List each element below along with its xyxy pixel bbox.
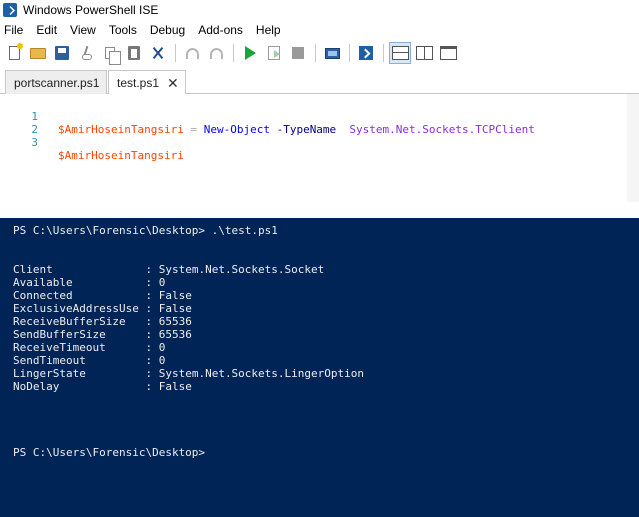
- undo-button[interactable]: [181, 42, 203, 64]
- editor-line: 1 $AmirHoseinTangsiri = New-Object -Type…: [0, 97, 627, 136]
- redo-button[interactable]: [205, 42, 227, 64]
- new-script-button[interactable]: [3, 42, 25, 64]
- tab-label: portscanner.ps1: [14, 75, 100, 90]
- tab-portscanner[interactable]: portscanner.ps1: [5, 70, 107, 94]
- toolbar: [0, 40, 639, 66]
- script-editor[interactable]: 1 $AmirHoseinTangsiri = New-Object -Type…: [0, 94, 627, 202]
- run-selection-icon: [268, 46, 280, 60]
- property-value: : False: [145, 289, 192, 302]
- save-button[interactable]: [51, 42, 73, 64]
- property-name: NoDelay: [13, 380, 139, 393]
- script-pane-right-icon: [415, 46, 433, 60]
- console-output-line: SendBufferSize : 65536: [13, 328, 192, 341]
- console-output-line: LingerState : System.Net.Sockets.LingerO…: [13, 367, 364, 380]
- run-script-icon: [244, 46, 256, 60]
- console-prompt: PS C:\Users\Forensic\Desktop>: [13, 446, 206, 459]
- console-pane[interactable]: PS C:\Users\Forensic\Desktop> .\test.ps1…: [0, 218, 639, 517]
- cut-icon: [80, 46, 92, 60]
- powershell-console-button[interactable]: [355, 42, 377, 64]
- property-name: Client: [13, 263, 139, 276]
- open-button[interactable]: [27, 42, 49, 64]
- property-name: Available: [13, 276, 139, 289]
- menu-help[interactable]: Help: [256, 23, 281, 37]
- close-tab-icon[interactable]: ✕: [167, 76, 179, 90]
- console-prompt: PS C:\Users\Forensic\Desktop> .\test.ps1: [13, 224, 278, 237]
- tab-label: test.ps1: [117, 76, 160, 90]
- property-value: : False: [145, 380, 192, 393]
- property-name: SendBufferSize: [13, 328, 139, 341]
- menu-debug[interactable]: Debug: [150, 23, 185, 37]
- property-value: : 0: [145, 276, 166, 289]
- script-pane-top-button[interactable]: [389, 42, 411, 64]
- property-value: : 65536: [145, 315, 192, 328]
- console-output-line: ReceiveBufferSize : 65536: [13, 315, 192, 328]
- open-icon: [30, 47, 46, 59]
- line-number: 3: [31, 136, 38, 149]
- toolbar-separator: [349, 44, 350, 62]
- console-output-line: NoDelay : False: [13, 380, 192, 393]
- property-name: LingerState: [13, 367, 139, 380]
- console-output-line: Connected : False: [13, 289, 192, 302]
- redo-icon: [209, 47, 223, 59]
- clear-console-icon: [151, 46, 165, 60]
- menu-view[interactable]: View: [70, 23, 96, 37]
- paste-button[interactable]: [123, 42, 145, 64]
- powershell-console-icon: [359, 46, 373, 60]
- property-name: ExclusiveAddressUse: [13, 302, 139, 315]
- clear-console-button[interactable]: [147, 42, 169, 64]
- stop-button[interactable]: [287, 42, 309, 64]
- code-text: $AmirHoseinTangsiri: [58, 149, 184, 162]
- tab-test[interactable]: test.ps1 ✕: [108, 70, 186, 95]
- title-bar: Windows PowerShell ISE: [0, 0, 639, 20]
- property-value: : System.Net.Sockets.LingerOption: [145, 367, 365, 380]
- copy-button[interactable]: [99, 42, 121, 65]
- cut-button[interactable]: [75, 42, 97, 64]
- menu-bar: File Edit View Tools Debug Add-ons Help: [0, 20, 639, 40]
- property-name: ReceiveBufferSize: [13, 315, 139, 328]
- toolbar-separator: [315, 44, 316, 62]
- menu-tools[interactable]: Tools: [109, 23, 137, 37]
- property-name: SendTimeout: [13, 354, 139, 367]
- menu-file[interactable]: File: [4, 23, 23, 37]
- property-value: : 0: [145, 341, 166, 354]
- window-title: Windows PowerShell ISE: [23, 3, 159, 17]
- save-icon: [55, 46, 69, 60]
- remote-powershell-tab-icon: [324, 47, 340, 59]
- script-pane-right-button[interactable]: [413, 42, 435, 64]
- run-script-button[interactable]: [239, 42, 261, 64]
- property-value: : 0: [145, 354, 166, 367]
- console-output-line: Available : 0: [13, 276, 165, 289]
- menu-add-ons[interactable]: Add-ons: [198, 23, 243, 37]
- paste-icon: [128, 46, 140, 60]
- script-pane-maximized-icon: [439, 46, 457, 60]
- property-value: : False: [145, 302, 192, 315]
- console-output-line: ExclusiveAddressUse : False: [13, 302, 192, 315]
- toolbar-separator: [175, 44, 176, 62]
- copy-icon: [105, 47, 121, 65]
- powershell-ise-app-icon: [3, 3, 17, 17]
- run-selection-button[interactable]: [263, 42, 285, 64]
- new-script-icon: [8, 43, 23, 60]
- stop-icon: [292, 47, 304, 59]
- editor-line: 3 $AmirHoseinTangsiri: [0, 123, 627, 162]
- editor-scrollbar[interactable]: [627, 94, 639, 202]
- console-output-line: ReceiveTimeout : 0: [13, 341, 165, 354]
- script-tabs: portscanner.ps1 test.ps1 ✕: [0, 68, 639, 95]
- property-name: Connected: [13, 289, 139, 302]
- editor-line: 2: [0, 110, 627, 136]
- menu-edit[interactable]: Edit: [36, 23, 57, 37]
- toolbar-separator: [233, 44, 234, 62]
- property-value: : System.Net.Sockets.Socket: [145, 263, 325, 276]
- toolbar-separator: [383, 44, 384, 62]
- undo-icon: [185, 47, 199, 59]
- script-pane-maximized-button[interactable]: [437, 42, 459, 64]
- property-value: : 65536: [145, 328, 192, 341]
- console-output-line: SendTimeout : 0: [13, 354, 165, 367]
- editor-bottom-gap: [0, 202, 639, 216]
- console-output-line: Client : System.Net.Sockets.Socket: [13, 263, 324, 276]
- variable-token: $AmirHoseinTangsiri: [58, 149, 184, 162]
- script-pane-top-icon: [391, 46, 409, 60]
- remote-powershell-tab-button[interactable]: [321, 42, 343, 64]
- property-name: ReceiveTimeout: [13, 341, 139, 354]
